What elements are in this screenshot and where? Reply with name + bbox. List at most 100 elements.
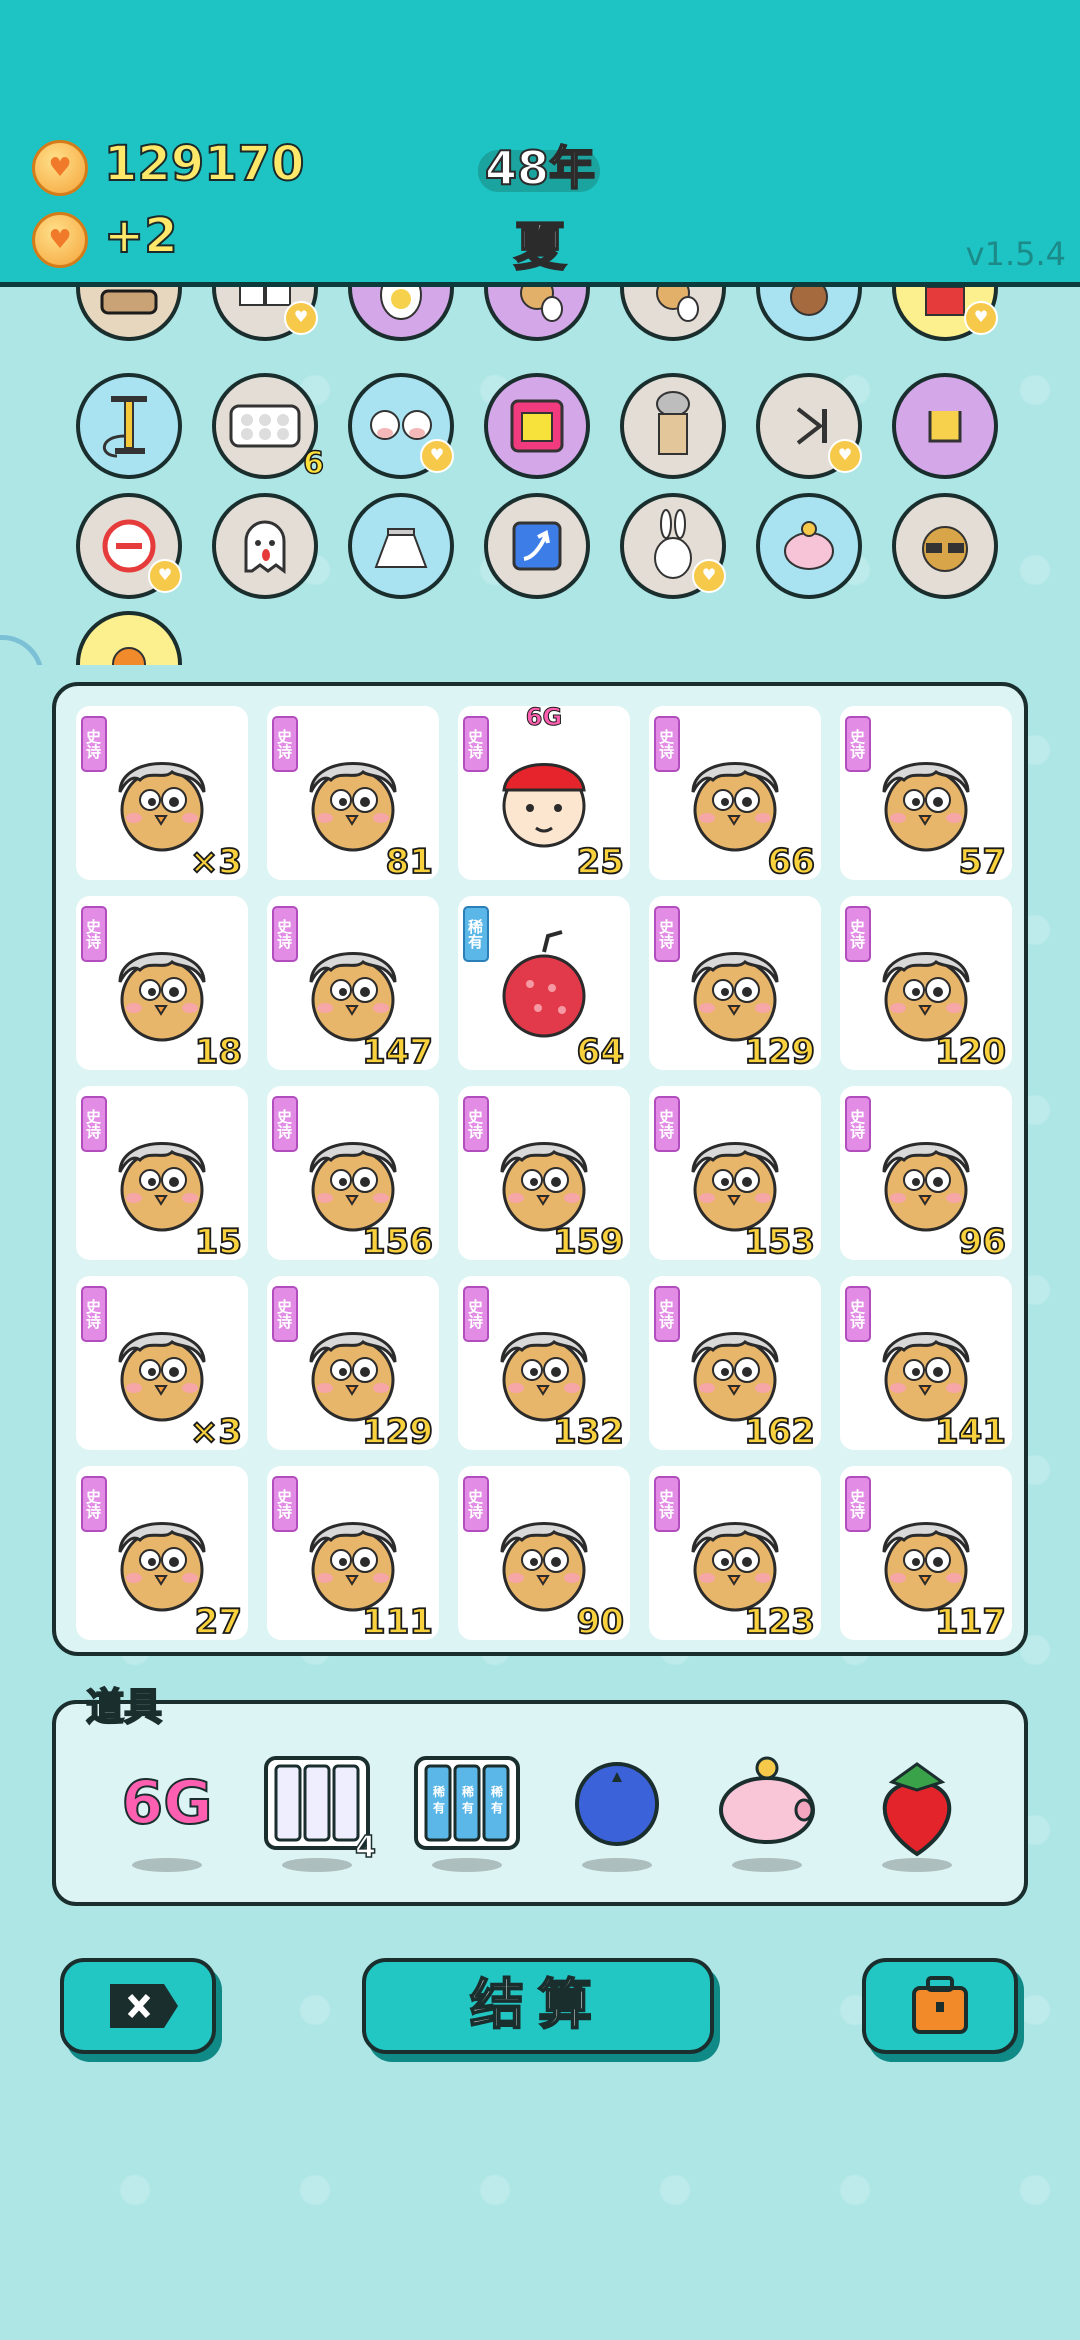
epic-tag: 史诗: [272, 906, 298, 962]
rare-slot-text: 稀有: [462, 1785, 475, 1815]
chick-icon: [301, 1496, 405, 1616]
board-cell[interactable]: 史诗 ×3: [76, 1276, 248, 1453]
cell-count: 147: [361, 1031, 434, 1073]
piggy-bank-prop-icon[interactable]: [712, 1754, 822, 1872]
arrow-card-icon[interactable]: [484, 493, 590, 599]
cell-count: 153: [743, 1221, 816, 1263]
chick-icon: [301, 1116, 405, 1236]
ghost-icon[interactable]: [212, 493, 318, 599]
6g-prop-icon[interactable]: 6G: [112, 1754, 222, 1872]
chick-icon: [110, 736, 214, 856]
rare-slot-prop-icon[interactable]: 稀有 稀有 稀有: [412, 1754, 522, 1872]
cell-count: 81: [385, 841, 434, 883]
gift-bag-icon[interactable]: ♥: [892, 287, 998, 341]
boy-icon: [492, 736, 596, 856]
epic-tag: 史诗: [272, 1096, 298, 1152]
chick-egg-icon[interactable]: [484, 287, 590, 341]
triple-slot-prop-icon[interactable]: 4: [262, 1754, 377, 1872]
rare-slot-text: 稀有: [433, 1785, 446, 1815]
board-cell[interactable]: 史诗 129: [267, 1276, 439, 1453]
cell-count: 141: [934, 1411, 1007, 1453]
board-cell[interactable]: 稀有 64: [458, 896, 630, 1073]
board-cell[interactable]: 史诗 147: [267, 896, 439, 1073]
year-label: 48年: [484, 140, 596, 196]
exit-button[interactable]: [60, 1958, 216, 2054]
board-cell[interactable]: 史诗 141: [840, 1276, 1012, 1453]
bag-button[interactable]: [862, 1958, 1018, 2054]
milk-tea-icon[interactable]: [620, 373, 726, 479]
chick-icon: [110, 1116, 214, 1236]
props-panel: 6G 4 稀有 稀有 稀有: [52, 1700, 1028, 1906]
side-tab[interactable]: [0, 635, 44, 665]
chick-icon: [492, 1116, 596, 1236]
board-cell[interactable]: 史诗 ×3: [76, 706, 248, 883]
board-cell[interactable]: 史诗 156: [267, 1086, 439, 1263]
board-cell[interactable]: 史诗 117: [840, 1466, 1012, 1643]
board-cell[interactable]: 史诗 111: [267, 1466, 439, 1643]
epic-tag: 史诗: [81, 1286, 107, 1342]
tofu-icon[interactable]: ♥: [212, 287, 318, 341]
epic-tag: 史诗: [654, 906, 680, 962]
coin-icon: [32, 140, 88, 196]
board-cell[interactable]: 史诗 81: [267, 706, 439, 883]
cell-count: 129: [743, 1031, 816, 1073]
rock-hand-icon[interactable]: [892, 373, 998, 479]
cell-count: 123: [743, 1601, 816, 1643]
minus-sign-icon[interactable]: ♥: [76, 493, 182, 599]
cell-count: 15: [194, 1221, 243, 1263]
settle-button[interactable]: 结算: [362, 1958, 714, 2054]
board-cell[interactable]: 史诗 132: [458, 1276, 630, 1453]
board-cell[interactable]: 史诗 159: [458, 1086, 630, 1263]
basketball-icon[interactable]: [76, 611, 182, 665]
sunglasses-cat-icon[interactable]: [892, 493, 998, 599]
board-cell[interactable]: 史诗 15: [76, 1086, 248, 1263]
chick-icon: [110, 1496, 214, 1616]
board-cell[interactable]: 史诗 18: [76, 896, 248, 1073]
rare-slot-text: 稀有: [491, 1785, 504, 1815]
air-pump-icon[interactable]: [76, 373, 182, 479]
skirt-icon[interactable]: [348, 493, 454, 599]
lychee-icon: [492, 926, 596, 1046]
chick-icon: [683, 1116, 787, 1236]
board-cell[interactable]: 史诗 90: [458, 1466, 630, 1643]
epic-tag: 史诗: [845, 906, 871, 962]
exit-icon: [110, 1984, 178, 2028]
triple-slot-count: 4: [354, 1829, 376, 1866]
epic-tag: 史诗: [463, 1286, 489, 1342]
epic-tag: 史诗: [654, 1286, 680, 1342]
board-cell[interactable]: 史诗 27: [76, 1466, 248, 1643]
board-cell[interactable]: 史诗 6G 25: [458, 703, 630, 883]
dog-costume-icon[interactable]: [756, 287, 862, 341]
epic-tag: 史诗: [463, 1476, 489, 1532]
item-collection: ♥ ♥ 6 ♥ ♥ ♥ ♥: [0, 287, 1080, 665]
board-cell[interactable]: 史诗 120: [840, 896, 1012, 1073]
skip-button-icon[interactable]: ♥: [756, 373, 862, 479]
cell-count: 120: [934, 1031, 1007, 1073]
piggy-bank-icon[interactable]: [756, 493, 862, 599]
egg-icon[interactable]: [348, 287, 454, 341]
cell-count: 96: [958, 1221, 1007, 1263]
blueberry-prop-icon[interactable]: [562, 1754, 672, 1872]
cell-count: 66: [767, 841, 816, 883]
cell-count: 90: [576, 1601, 625, 1643]
bone-bowl-icon[interactable]: [76, 287, 182, 341]
bunny-icon[interactable]: ♥: [620, 493, 726, 599]
board-cell[interactable]: 史诗 123: [649, 1466, 821, 1643]
board-cell[interactable]: 史诗 153: [649, 1086, 821, 1263]
board-cell[interactable]: 史诗 96: [840, 1086, 1012, 1263]
chick-icon: [110, 1306, 214, 1426]
cell-count: 57: [958, 841, 1007, 883]
chick-icon: [874, 1116, 978, 1236]
epic-tag: 史诗: [272, 1286, 298, 1342]
cell-count: 156: [361, 1221, 434, 1263]
cow-twins-icon[interactable]: ♥: [348, 373, 454, 479]
board-cell[interactable]: 史诗 162: [649, 1276, 821, 1453]
board-cell[interactable]: 史诗 129: [649, 896, 821, 1073]
yellow-box-icon[interactable]: [484, 373, 590, 479]
egg-tray-icon[interactable]: 6: [212, 373, 325, 482]
board-cell[interactable]: 史诗 66: [649, 706, 821, 883]
cell-label: 6G: [525, 703, 563, 732]
strawberry-prop-icon[interactable]: [862, 1754, 972, 1872]
chick-egg-2-icon[interactable]: [620, 287, 726, 341]
board-cell[interactable]: 史诗 57: [840, 706, 1012, 883]
